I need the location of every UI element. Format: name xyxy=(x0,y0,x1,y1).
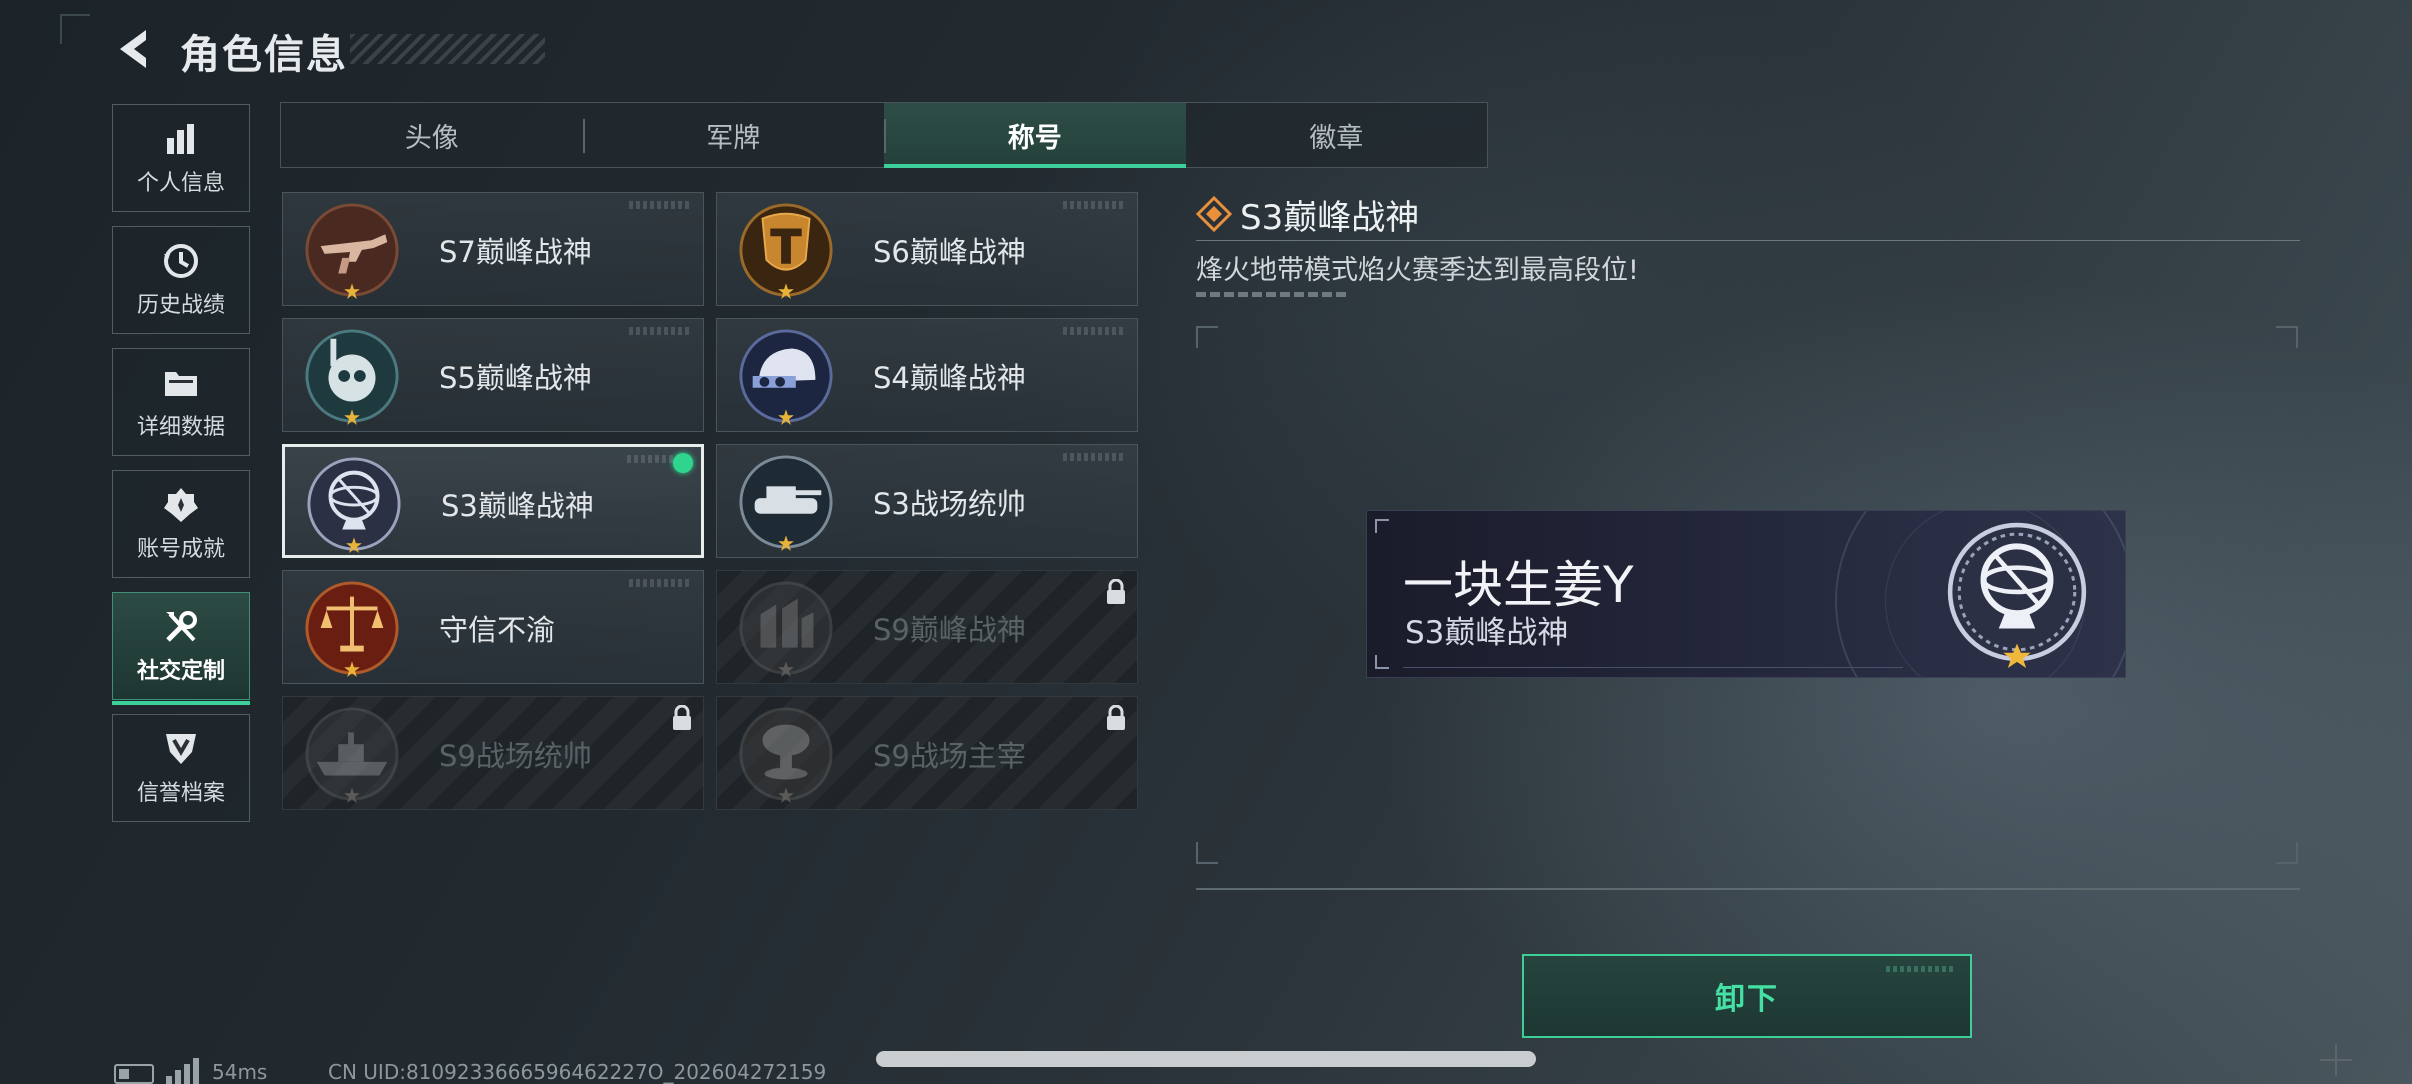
title-card[interactable]: S5巅峰战神 xyxy=(282,318,704,432)
mushroom-cloud-emblem xyxy=(739,707,833,803)
diamond-rank-icon xyxy=(1196,196,1232,232)
detail-title: S3巅峰战神 xyxy=(1240,198,1420,238)
detail-description: 烽火地带模式焰火赛季达到最高段位! xyxy=(1196,255,1639,286)
sidebar-item-credit-file[interactable]: 信誉档案 xyxy=(112,714,250,822)
title-name: S7巅峰战神 xyxy=(439,235,592,269)
uid-readout: CN UID:8109233666596462227O_202604272159 xyxy=(328,1060,827,1084)
title-card[interactable]: S4巅峰战神 xyxy=(716,318,1138,432)
gold-t-emblem xyxy=(739,203,833,299)
card-decoration xyxy=(1063,327,1123,335)
detail-decoration xyxy=(1196,292,1346,297)
page-title: 角色信息 xyxy=(180,32,348,78)
title-card[interactable]: 守信不渝 xyxy=(282,570,704,684)
tab-bar: 头像 军牌 称号 徽章 xyxy=(280,102,1488,168)
title-card[interactable]: S9战场主宰 xyxy=(716,696,1138,810)
title-name: S9战场统帅 xyxy=(439,739,592,773)
unequip-button[interactable]: 卸下 xyxy=(1522,954,1972,1038)
back-button[interactable] xyxy=(112,26,158,72)
card-decoration xyxy=(1063,201,1123,209)
history-icon xyxy=(161,241,201,281)
sidebar-item-personal-info[interactable]: 个人信息 xyxy=(112,104,250,212)
card-decoration xyxy=(629,327,689,335)
tab-dog-tag[interactable]: 军牌 xyxy=(582,103,885,167)
nameplate-corner xyxy=(1375,655,1389,669)
signal-icon xyxy=(166,1058,200,1084)
home-indicator[interactable] xyxy=(876,1051,1536,1067)
title-name: S9战场主宰 xyxy=(873,739,1026,773)
sidebar-item-label: 信誉档案 xyxy=(136,781,225,806)
fortress-emblem xyxy=(739,581,833,677)
title-name: 守信不渝 xyxy=(439,613,556,647)
helmet-emblem xyxy=(739,329,833,425)
lock-icon xyxy=(673,705,691,730)
tab-avatar[interactable]: 头像 xyxy=(281,103,583,167)
sidebar-item-label: 个人信息 xyxy=(136,171,225,196)
globe-emblem xyxy=(307,457,401,553)
ping-readout: 54ms xyxy=(212,1060,268,1084)
card-decoration xyxy=(629,201,689,209)
nameplate-corner xyxy=(1375,519,1389,533)
title-name: S4巅峰战神 xyxy=(873,361,1026,395)
title-card[interactable]: S9巅峰战神 xyxy=(716,570,1138,684)
preview-frame-corner xyxy=(1196,326,1218,348)
scales-emblem xyxy=(305,581,399,677)
lock-icon xyxy=(1107,705,1125,730)
skull-diver-emblem xyxy=(305,329,399,425)
sidebar-item-label: 详细数据 xyxy=(136,415,225,440)
title-name: S3战场统帅 xyxy=(873,487,1026,521)
sidebar-item-label: 账号成就 xyxy=(136,537,225,562)
sidebar-item-achievements[interactable]: 账号成就 xyxy=(112,470,250,578)
title-name: S9巅峰战神 xyxy=(873,613,1026,647)
title-card[interactable]: S3战场统帅 xyxy=(716,444,1138,558)
sidebar-item-social-customization[interactable]: 社交定制 xyxy=(112,592,250,705)
card-decoration xyxy=(1063,453,1123,461)
button-decoration xyxy=(1886,966,1956,972)
crosshair-icon xyxy=(2320,1044,2352,1076)
lock-icon xyxy=(1107,579,1125,604)
nameplate-title: S3巅峰战神 xyxy=(1405,615,1569,651)
sidebar-item-detailed-data[interactable]: 详细数据 xyxy=(112,348,250,456)
nameplate-preview: 一块生姜Y S3巅峰战神 xyxy=(1366,510,2126,678)
tab-title[interactable]: 称号 xyxy=(884,103,1186,168)
sidebar-item-label: 历史战绩 xyxy=(136,293,225,318)
nameplate-line xyxy=(1403,667,1903,668)
preview-frame-line xyxy=(1196,888,2300,890)
preview-frame-corner xyxy=(2276,326,2298,348)
sidebar-item-history[interactable]: 历史战绩 xyxy=(112,226,250,334)
tank-emblem xyxy=(739,455,833,551)
title-name: S3巅峰战神 xyxy=(441,489,594,523)
title-card[interactable]: S9战场统帅 xyxy=(282,696,704,810)
bar-chart-icon xyxy=(161,119,201,159)
warship-emblem xyxy=(305,707,399,803)
chevron-left-icon xyxy=(120,30,146,68)
title-card[interactable]: S6巅峰战神 xyxy=(716,192,1138,306)
shield-badge-icon xyxy=(161,729,201,769)
title-decoration xyxy=(350,34,545,64)
divider xyxy=(1196,240,2300,241)
unequip-label: 卸下 xyxy=(1715,982,1779,1017)
equipped-indicator xyxy=(673,453,693,473)
achievement-icon xyxy=(161,485,201,525)
tools-icon xyxy=(161,607,201,647)
globe-emblem xyxy=(1947,522,2087,668)
card-decoration xyxy=(629,579,689,587)
preview-frame-corner xyxy=(1196,842,1218,864)
corner-bracket xyxy=(60,14,90,44)
title-name: S5巅峰战神 xyxy=(439,361,592,395)
title-card[interactable]: S3巅峰战神 xyxy=(282,444,704,558)
title-card[interactable]: S7巅峰战神 xyxy=(282,192,704,306)
folder-icon xyxy=(161,363,201,403)
preview-frame-corner xyxy=(2276,842,2298,864)
battery-icon xyxy=(114,1064,154,1084)
sidebar-item-label: 社交定制 xyxy=(136,659,225,684)
rifle-emblem xyxy=(305,203,399,299)
title-name: S6巅峰战神 xyxy=(873,235,1026,269)
tab-badge[interactable]: 徽章 xyxy=(1186,103,1488,167)
